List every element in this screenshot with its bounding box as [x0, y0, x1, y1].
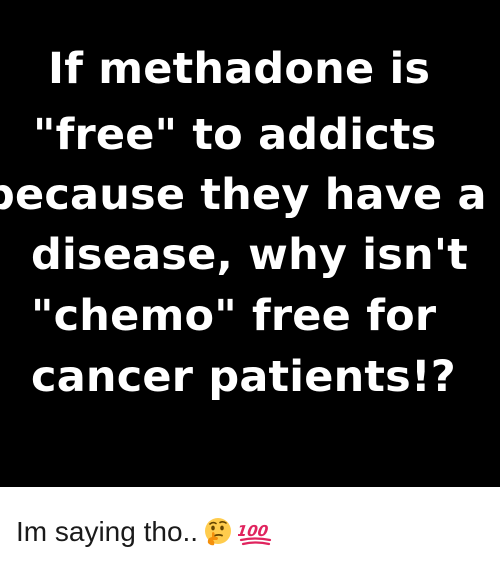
meme-line: because they have a: [0, 170, 487, 220]
post-caption: Im saying tho.. 100: [16, 512, 272, 552]
meme-line: cancer patients!?: [31, 352, 456, 402]
meme-line: disease, why isn't: [31, 230, 468, 280]
hundred-points-icon: 100: [236, 516, 272, 548]
svg-text:100: 100: [238, 522, 269, 540]
caption-text: Im saying tho..: [16, 516, 199, 547]
meme-line: "free" to addicts: [33, 110, 437, 160]
thinking-face-icon: [202, 516, 234, 548]
meme-line: "chemo" free for: [31, 291, 437, 341]
meme-line: If methadone is: [48, 44, 431, 94]
meme-image: If methadone is "free" to addicts becaus…: [0, 0, 500, 487]
